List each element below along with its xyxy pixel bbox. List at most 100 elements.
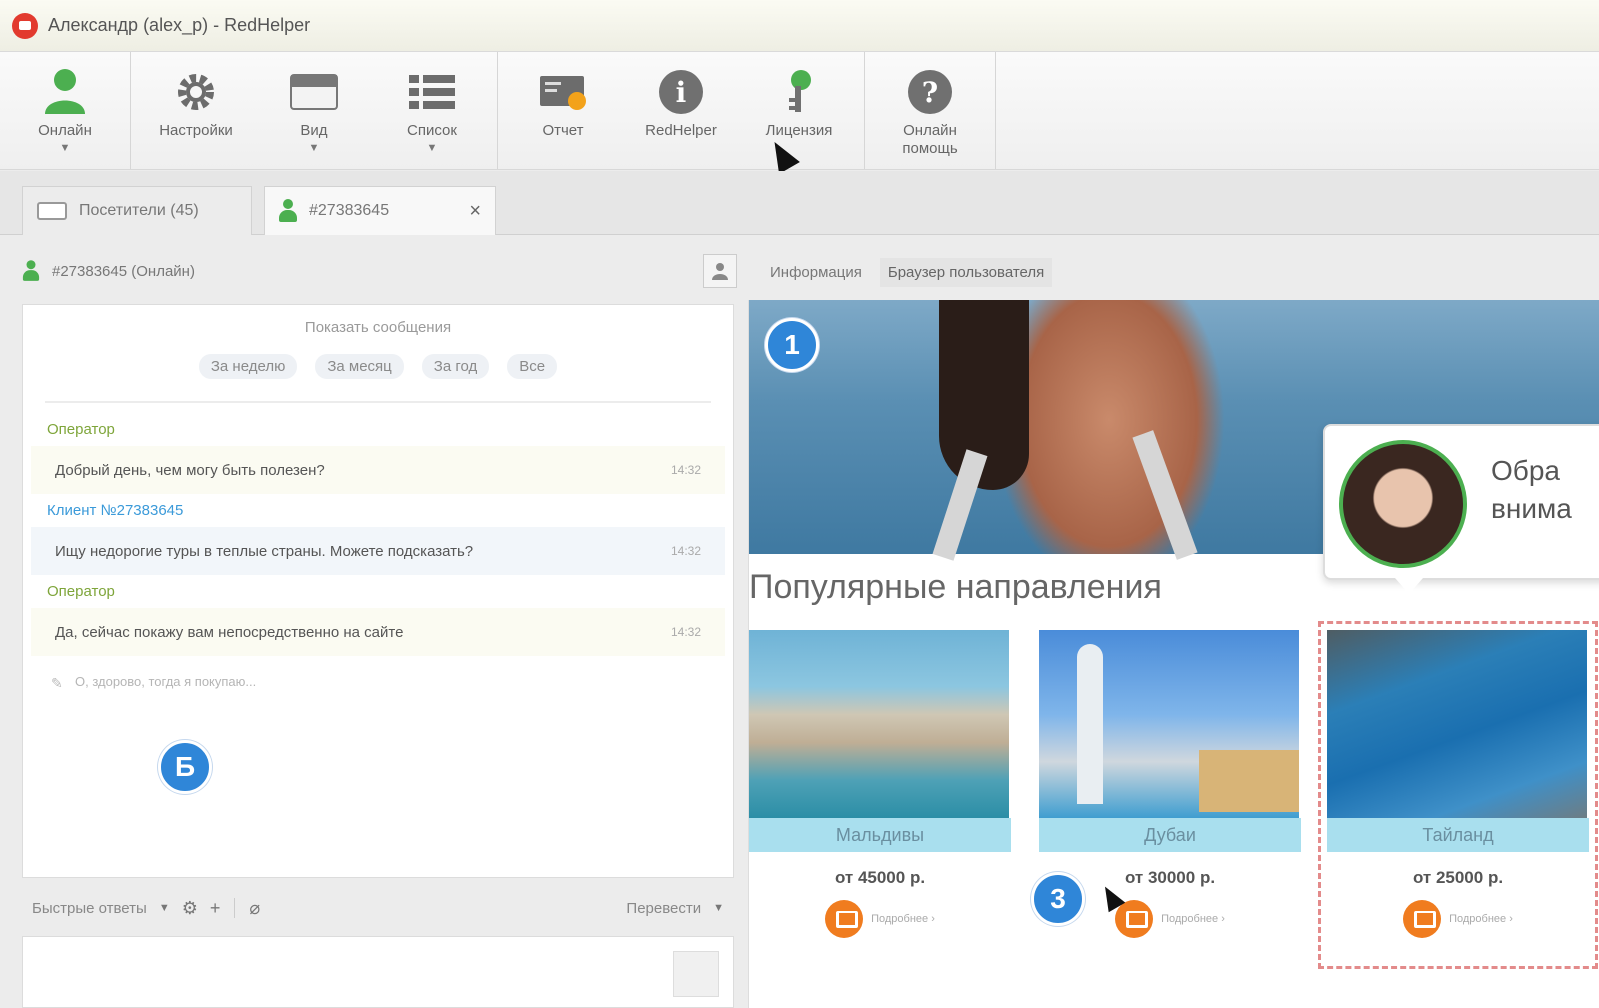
destination-card-highlighted[interactable]: Тайланд от 25000 р. Подробнее › xyxy=(1318,621,1598,969)
more-label: Подробнее › xyxy=(1449,913,1513,925)
app-window: Александр (alex_p) - RedHelper Онлайн ▼ … xyxy=(0,0,1599,1008)
destination-name: Мальдивы xyxy=(749,818,1011,852)
typing-indicator: ✎ О, здорово, тогда я покупаю... xyxy=(23,658,733,705)
section-title: Популярные направления xyxy=(749,568,1162,606)
report-label: Отчет xyxy=(542,122,584,139)
hero-strap xyxy=(1132,430,1198,560)
visitor-profile-button[interactable] xyxy=(703,254,737,288)
message-text: Ищу недорогие туры в теплые страны. Може… xyxy=(55,542,474,560)
message-row: Ищу недорогие туры в теплые страны. Може… xyxy=(31,527,725,575)
chevron-down-icon: ▼ xyxy=(308,142,320,154)
destination-photo xyxy=(749,630,1009,818)
message-input[interactable] xyxy=(22,936,734,1008)
gear-icon[interactable]: ⚙ xyxy=(182,898,198,919)
chevron-down-icon: ▼ xyxy=(59,142,71,154)
online-help-button[interactable]: ? Онлайн помощь xyxy=(871,52,989,169)
user-icon xyxy=(712,263,728,280)
user-online-icon xyxy=(279,199,297,223)
filter-year[interactable]: За год xyxy=(421,354,490,379)
right-panel-tabs: Информация Браузер пользователя xyxy=(762,258,1053,287)
message-row: Добрый день, чем могу быть полезен? 14:3… xyxy=(31,446,725,494)
more-label: Подробнее › xyxy=(871,913,935,925)
destination-price: от 45000 р. xyxy=(834,868,926,887)
user-online-icon xyxy=(22,260,40,282)
callout-badge-3: 3 xyxy=(1031,872,1085,926)
online-button[interactable]: Онлайн ▼ xyxy=(6,52,124,169)
cart-icon xyxy=(1115,900,1154,938)
filter-month[interactable]: За месяц xyxy=(315,354,404,379)
message-text: Да, сейчас покажу вам непосредственно на… xyxy=(55,623,404,641)
redhelper-logo-icon xyxy=(12,12,38,39)
message-sender: Клиент №27383645 xyxy=(47,502,184,519)
title-bar: Александр (alex_p) - RedHelper xyxy=(0,0,1599,52)
destination-name: Тайланд xyxy=(1327,818,1589,852)
view-button[interactable]: Вид ▼ xyxy=(255,52,373,169)
list-button[interactable]: Список ▼ xyxy=(373,52,491,169)
message-sender: Оператор xyxy=(47,583,115,600)
divider xyxy=(234,898,236,918)
history-filters: За неделю За месяц За год Все xyxy=(23,354,733,379)
redhelper-button[interactable]: i RedHelper xyxy=(622,52,740,169)
monitor-icon xyxy=(37,202,67,220)
more-link[interactable]: Подробнее › xyxy=(1327,900,1589,938)
tab-chat-label: #27383645 xyxy=(309,202,390,219)
filter-week[interactable]: За неделю xyxy=(198,354,298,379)
toolbar: Онлайн ▼ Настройки Вид ▼ Список ▼ Отчет … xyxy=(0,52,1599,170)
operator-avatar xyxy=(1339,440,1467,568)
close-icon[interactable]: × xyxy=(469,200,481,223)
report-button[interactable]: Отчет xyxy=(504,52,622,169)
license-label: Лицензия xyxy=(765,122,833,139)
settings-button[interactable]: Настройки xyxy=(137,52,255,169)
toolbar-group-info: Отчет i RedHelper Лицензия xyxy=(498,52,865,169)
tab-strip: Посетители (45) #27383645 × xyxy=(0,171,1599,235)
message-time: 14:32 xyxy=(670,625,701,639)
online-help-label: Онлайн помощь xyxy=(902,122,958,157)
destination-card[interactable]: Мальдивы от 45000 р. Подробнее › xyxy=(749,630,1011,960)
settings-label: Настройки xyxy=(159,122,233,139)
tab-user-browser[interactable]: Браузер пользователя xyxy=(879,258,1053,287)
cart-icon xyxy=(1403,900,1442,938)
chat-visitor-id: #27383645 (Онлайн) xyxy=(52,262,195,280)
info-icon: i xyxy=(657,68,705,116)
tab-visitors[interactable]: Посетители (45) xyxy=(22,186,252,235)
message-row: Да, сейчас покажу вам непосредственно на… xyxy=(31,608,725,656)
tab-info[interactable]: Информация xyxy=(762,258,870,287)
window-title: Александр (alex_p) - RedHelper xyxy=(48,15,311,35)
toolbar-group-view: Настройки Вид ▼ Список ▼ xyxy=(131,52,498,169)
more-label: Подробнее › xyxy=(1161,913,1225,925)
send-button[interactable] xyxy=(673,951,719,997)
list-icon xyxy=(408,68,456,116)
user-online-icon xyxy=(41,68,89,116)
message-text: Добрый день, чем могу быть полезен? xyxy=(55,461,325,479)
online-label: Онлайн xyxy=(38,122,92,139)
translate-dropdown[interactable]: Перевести xyxy=(626,900,701,917)
pencil-icon: ✎ xyxy=(51,674,63,691)
toolbar-group-status: Онлайн ▼ xyxy=(0,52,131,169)
destination-photo xyxy=(1039,630,1299,818)
attention-popup[interactable]: Обра внима xyxy=(1323,424,1599,594)
chevron-down-icon: ▼ xyxy=(158,902,170,914)
view-icon xyxy=(290,68,338,116)
destination-photo xyxy=(1327,630,1587,818)
toolbar-group-help: ? Онлайн помощь xyxy=(865,52,996,169)
license-button[interactable]: Лицензия xyxy=(740,52,858,169)
gear-icon xyxy=(172,68,220,116)
key-icon xyxy=(775,68,823,116)
chevron-down-icon: ▼ xyxy=(426,142,438,154)
typing-text: О, здорово, тогда я покупаю... xyxy=(75,674,257,689)
filter-all[interactable]: Все xyxy=(507,354,558,379)
help-icon: ? xyxy=(906,68,954,116)
tab-chat[interactable]: #27383645 × xyxy=(264,186,496,235)
callout-badge-1: 1 xyxy=(765,318,819,372)
divider xyxy=(45,401,711,403)
callout-badge-b: Б xyxy=(158,740,212,794)
report-icon xyxy=(539,68,587,116)
plus-icon[interactable]: + xyxy=(210,898,221,919)
chat-tools-bar: Быстрые ответы ▼ ⚙ + ⌀ Перевести ▼ xyxy=(22,886,734,930)
more-link[interactable]: Подробнее › xyxy=(749,900,1011,938)
cart-icon xyxy=(825,900,864,938)
destination-price: от 25000 р. xyxy=(1412,868,1504,887)
show-messages-label: Показать сообщения xyxy=(304,319,452,336)
quick-answers-dropdown[interactable]: Быстрые ответы xyxy=(32,900,147,917)
paperclip-icon[interactable]: ⌀ xyxy=(249,898,260,919)
